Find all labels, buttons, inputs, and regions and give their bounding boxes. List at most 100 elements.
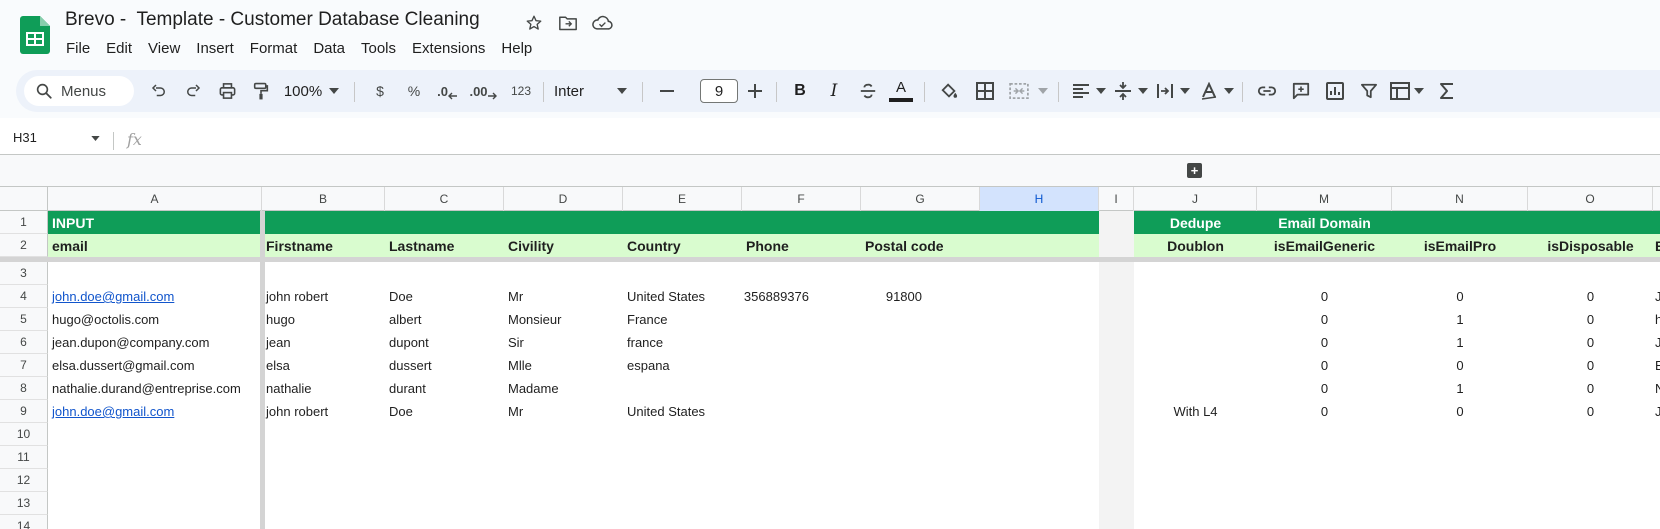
row-header[interactable]: 14 <box>0 515 48 529</box>
cell-g6[interactable] <box>861 331 980 354</box>
cell-n5[interactable]: 1 <box>1392 308 1528 331</box>
cell-c8[interactable]: durant <box>385 377 504 400</box>
row-header[interactable]: 12 <box>0 469 48 492</box>
cell-d7[interactable]: Mlle <box>504 354 623 377</box>
column-header-m[interactable]: M <box>1257 187 1392 211</box>
cell-e8[interactable] <box>623 377 742 400</box>
row-header[interactable]: 1 <box>0 211 48 234</box>
row-header[interactable]: 13 <box>0 492 48 515</box>
cell-a2[interactable]: email <box>48 234 262 257</box>
row-header[interactable]: 10 <box>0 423 48 446</box>
cell-a8[interactable]: nathalie.durand@entreprise.com <box>48 377 262 400</box>
cell-j2[interactable]: Doublon <box>1134 234 1257 257</box>
row-header[interactable]: 4 <box>0 285 48 308</box>
cell-g7[interactable] <box>861 354 980 377</box>
column-header-i[interactable]: I <box>1099 187 1134 211</box>
menu-view[interactable]: View <box>140 38 188 59</box>
select-all-corner[interactable] <box>0 187 48 211</box>
menu-edit[interactable]: Edit <box>98 38 140 59</box>
cell-d2[interactable]: Civility <box>504 234 623 257</box>
font-family-select[interactable]: Inter <box>552 70 612 112</box>
menu-tools[interactable]: Tools <box>353 38 404 59</box>
column-header-c[interactable]: C <box>385 187 504 211</box>
star-icon[interactable] <box>523 12 545 34</box>
cell-j4[interactable] <box>1134 285 1257 308</box>
name-box[interactable]: H31 <box>13 130 37 145</box>
cell-c2[interactable]: Lastname <box>385 234 504 257</box>
cell-b5[interactable]: hugo <box>262 308 385 331</box>
increase-font-size-button[interactable] <box>740 70 770 112</box>
borders-icon[interactable] <box>970 70 1000 112</box>
column-header-o[interactable]: O <box>1528 187 1653 211</box>
bold-button[interactable]: B <box>786 70 814 112</box>
cell-a4[interactable]: john.doe@gmail.com <box>48 285 262 308</box>
text-wrapping-icon[interactable] <box>1152 70 1178 112</box>
cell-d6[interactable]: Sir <box>504 331 623 354</box>
column-header-e[interactable]: E <box>623 187 742 211</box>
cell-b6[interactable]: jean <box>262 331 385 354</box>
insert-comment-icon[interactable] <box>1286 70 1316 112</box>
cell-f8[interactable] <box>742 377 861 400</box>
cell-m4[interactable]: 0 <box>1257 285 1392 308</box>
cell-j5[interactable] <box>1134 308 1257 331</box>
horizontal-align-icon[interactable] <box>1068 70 1094 112</box>
cell-m1[interactable]: Email Domain <box>1257 211 1392 234</box>
cell-a6[interactable]: jean.dupon@company.com <box>48 331 262 354</box>
cell-o4[interactable]: 0 <box>1528 285 1653 308</box>
cell-c7[interactable]: dussert <box>385 354 504 377</box>
cell-j7[interactable] <box>1134 354 1257 377</box>
cell-g2[interactable]: Postal code <box>861 234 980 257</box>
functions-sigma-icon[interactable] <box>1432 70 1462 112</box>
zoom-chevron-down-icon[interactable] <box>326 70 342 112</box>
column-header-d[interactable]: D <box>504 187 623 211</box>
cell-p7[interactable]: E <box>1653 354 1660 377</box>
cell-f5[interactable] <box>742 308 861 331</box>
cell-j1[interactable]: Dedupe <box>1134 211 1257 234</box>
cell-o9[interactable]: 0 <box>1528 400 1653 423</box>
cell-o2[interactable]: isDisposable <box>1528 234 1653 257</box>
font-chevron-down-icon[interactable] <box>614 70 630 112</box>
decrease-font-size-button[interactable] <box>652 70 682 112</box>
cell-e5[interactable]: France <box>623 308 742 331</box>
menu-data[interactable]: Data <box>305 38 353 59</box>
column-header-a[interactable]: A <box>48 187 262 211</box>
cell-m8[interactable]: 0 <box>1257 377 1392 400</box>
italic-button[interactable]: I <box>820 70 848 112</box>
row-header[interactable]: 9 <box>0 400 48 423</box>
cell-a1[interactable]: INPUT <box>48 211 262 234</box>
cell-p8[interactable]: N <box>1653 377 1660 400</box>
fill-color-icon[interactable] <box>934 70 964 112</box>
search-menus-button[interactable]: Menus <box>24 76 134 106</box>
cell-p4[interactable]: J <box>1653 285 1660 308</box>
google-sheets-logo-icon[interactable] <box>20 16 50 54</box>
cell-m2[interactable]: isEmailGeneric <box>1257 234 1392 257</box>
cell-b8[interactable]: nathalie <box>262 377 385 400</box>
menu-insert[interactable]: Insert <box>188 38 242 59</box>
cell-o8[interactable]: 0 <box>1528 377 1653 400</box>
cell-p6[interactable]: J <box>1653 331 1660 354</box>
wrap-chevron-down-icon[interactable] <box>1178 70 1192 112</box>
print-icon[interactable] <box>212 70 242 112</box>
row-header[interactable]: 2 <box>0 234 48 257</box>
cell-f4[interactable]: 356889376 <box>742 285 861 308</box>
cell-n6[interactable]: 1 <box>1392 331 1528 354</box>
expand-group-icon[interactable]: + <box>1187 163 1202 178</box>
document-title[interactable]: Brevo - Template - Customer Database Cle… <box>65 9 480 31</box>
cell-n9[interactable]: 0 <box>1392 400 1528 423</box>
insert-chart-icon[interactable] <box>1320 70 1350 112</box>
column-header-j[interactable]: J <box>1134 187 1257 211</box>
merge-chevron-down-icon[interactable] <box>1036 70 1050 112</box>
menu-extensions[interactable]: Extensions <box>404 38 493 59</box>
cell-g5[interactable] <box>861 308 980 331</box>
cell-o6[interactable]: 0 <box>1528 331 1653 354</box>
text-color-button[interactable]: A <box>886 70 916 112</box>
rotation-chevron-down-icon[interactable] <box>1222 70 1236 112</box>
cell-f6[interactable] <box>742 331 861 354</box>
cell-f7[interactable] <box>742 354 861 377</box>
cell-n4[interactable]: 0 <box>1392 285 1528 308</box>
cell-g9[interactable] <box>861 400 980 423</box>
cell-n8[interactable]: 1 <box>1392 377 1528 400</box>
paint-format-icon[interactable] <box>246 70 276 112</box>
row-header[interactable]: 8 <box>0 377 48 400</box>
vertical-align-icon[interactable] <box>1110 70 1136 112</box>
